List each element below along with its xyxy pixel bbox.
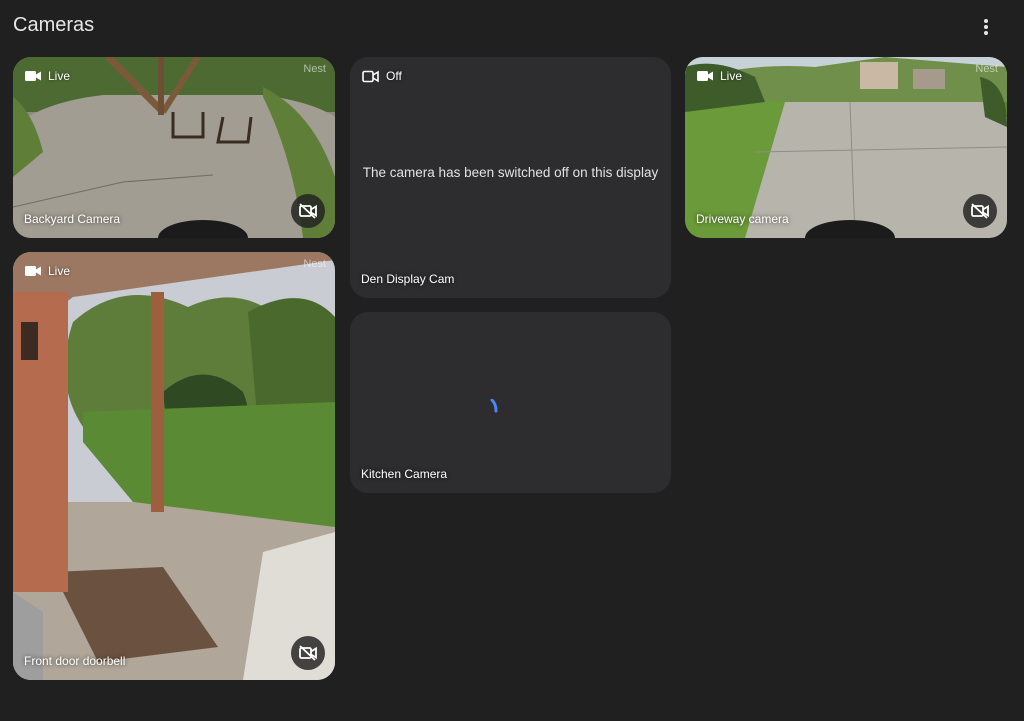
videocam-icon (25, 266, 41, 276)
status-label: Live (48, 264, 71, 278)
camera-feed-driveway (685, 57, 1007, 238)
camera-name: Backyard Camera (24, 212, 121, 226)
videocam-off-icon (971, 203, 989, 219)
loading-spinner-icon (490, 398, 498, 413)
camera-card-driveway[interactable]: Live Nest Driveway camera (685, 57, 1007, 238)
status-indicator: Live (25, 69, 70, 83)
camera-name: Den Display Cam (361, 272, 455, 286)
more-vert-icon (984, 19, 988, 35)
brand-label: Nest (303, 63, 326, 75)
status-label: Live (48, 69, 71, 83)
top-bar: Cameras (0, 0, 1024, 52)
camera-off-message: The camera has been switched off on this… (362, 165, 659, 180)
videocam-icon (697, 71, 713, 81)
videocam-off-icon (299, 645, 317, 661)
videocam-icon (25, 71, 41, 81)
camera-name: Kitchen Camera (361, 467, 448, 481)
turn-off-camera-button[interactable] (963, 194, 997, 228)
videocam-outline-icon (362, 70, 379, 82)
videocam-off-icon (299, 203, 317, 219)
camera-feed-backyard (13, 57, 335, 238)
turn-off-camera-button[interactable] (291, 194, 325, 228)
brand-label: Nest (975, 63, 998, 75)
camera-card-kitchen[interactable]: Kitchen Camera (350, 312, 671, 493)
loading-spinner (489, 398, 499, 418)
status-indicator: Live (697, 69, 742, 83)
camera-feed-front-door (13, 252, 335, 680)
page-title: Cameras (13, 14, 95, 36)
status-indicator: Live (25, 264, 70, 278)
camera-name: Front door doorbell (24, 654, 126, 668)
camera-name: Driveway camera (696, 212, 789, 226)
status-indicator: Off (362, 69, 402, 83)
status-label: Live (720, 69, 743, 83)
status-label: Off (386, 69, 402, 83)
brand-label: Nest (303, 258, 326, 270)
turn-off-camera-button[interactable] (291, 636, 325, 670)
camera-card-backyard[interactable]: Live Nest Backyard Camera (13, 57, 335, 238)
camera-card-front-door[interactable]: Live Nest Front door doorbell (13, 252, 335, 680)
more-options-button[interactable] (972, 13, 1000, 41)
camera-card-den-display[interactable]: Off The camera has been switched off on … (350, 57, 671, 298)
